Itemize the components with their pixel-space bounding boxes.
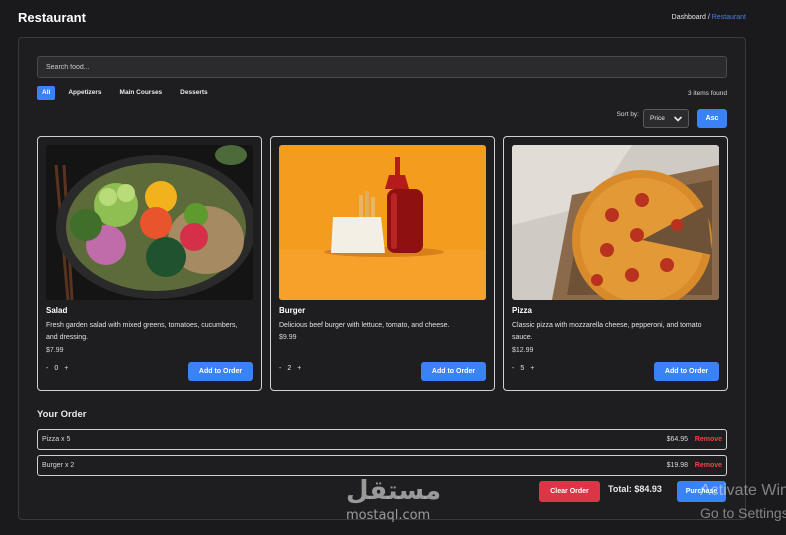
quantity-stepper: - 5 + <box>512 365 534 372</box>
watermark-url: mostaql.com <box>346 508 431 523</box>
menu-item-description: Fresh garden salad with mixed greens, to… <box>46 322 238 341</box>
menu-item-price: $12.99 <box>512 347 534 354</box>
order-item-amount: $19.98 <box>666 462 688 469</box>
order-line-item: Pizza x 5 $64.95 Remove <box>37 429 727 450</box>
page-title: Restaurant <box>18 10 86 25</box>
sort-controls: Sort by: Price Asc <box>617 109 727 128</box>
order-line-item: Burger x 2 $19.98 Remove <box>37 455 727 476</box>
menu-card-salad: Salad Fresh garden salad with mixed gree… <box>37 136 262 391</box>
burger-image <box>279 145 486 300</box>
activate-windows-subtitle: Go to Settings to activate Windows. <box>700 505 786 521</box>
decrement-button[interactable]: - <box>46 365 48 372</box>
results-count: 3 items found <box>687 90 727 97</box>
menu-item-description: Classic pizza with mozzarella cheese, pe… <box>512 322 702 341</box>
filter-main-courses[interactable]: Main Courses <box>115 86 168 100</box>
clear-order-button[interactable]: Clear Order <box>539 481 600 502</box>
menu-item-price: $7.99 <box>46 347 64 354</box>
menu-item-name: Burger <box>279 306 306 315</box>
filter-appetizers[interactable]: Appetizers <box>63 86 106 100</box>
sort-selected-value: Price <box>650 115 665 122</box>
increment-button[interactable]: + <box>64 365 68 372</box>
category-filters: All Appetizers Main Courses Desserts <box>37 86 213 100</box>
order-item-amount: $64.95 <box>666 436 688 443</box>
sort-direction-button[interactable]: Asc <box>697 109 727 128</box>
search-input[interactable] <box>37 56 727 78</box>
filter-all[interactable]: All <box>37 86 56 100</box>
restaurant-panel: All Appetizers Main Courses Desserts 3 i… <box>18 37 746 520</box>
breadcrumb-dashboard-link[interactable]: Dashboard <box>672 14 706 21</box>
increment-button[interactable]: + <box>297 365 301 372</box>
add-to-order-button[interactable]: Add to Order <box>188 362 253 381</box>
watermark-logo: مستقل <box>346 476 442 506</box>
menu-item-name: Pizza <box>512 306 533 315</box>
remove-item-button[interactable]: Remove <box>695 462 722 469</box>
chevron-down-icon <box>673 116 683 122</box>
order-section-title: Your Order <box>37 409 87 420</box>
order-total: Total: $84.93 <box>608 484 662 494</box>
quantity-value: 5 <box>520 365 525 372</box>
decrement-button[interactable]: - <box>512 365 514 372</box>
top-bar: Restaurant Dashboard / Restaurant <box>0 0 786 36</box>
sort-label: Sort by: <box>616 111 639 118</box>
pizza-image <box>512 145 719 300</box>
menu-item-description: Delicious beef burger with lettuce, toma… <box>279 322 450 329</box>
activate-windows-title: Activate Windows <box>700 482 786 499</box>
decrement-button[interactable]: - <box>279 365 281 372</box>
remove-item-button[interactable]: Remove <box>695 436 722 443</box>
breadcrumb-current: Restaurant <box>711 14 746 21</box>
menu-card-pizza: Pizza Classic pizza with mozzarella chee… <box>503 136 728 391</box>
breadcrumb: Dashboard / Restaurant <box>672 14 746 21</box>
add-to-order-button[interactable]: Add to Order <box>654 362 719 381</box>
sort-select[interactable]: Price <box>643 109 689 128</box>
quantity-stepper: - 2 + <box>279 365 301 372</box>
add-to-order-button[interactable]: Add to Order <box>421 362 486 381</box>
menu-item-name: Salad <box>46 306 68 315</box>
menu-item-price: $9.99 <box>279 334 297 341</box>
quantity-value: 0 <box>54 365 59 372</box>
filter-desserts[interactable]: Desserts <box>175 86 212 100</box>
quantity-value: 2 <box>287 365 292 372</box>
order-item-label: Burger x 2 <box>42 462 75 469</box>
quantity-stepper: - 0 + <box>46 365 68 372</box>
order-item-label: Pizza x 5 <box>42 436 71 443</box>
salad-image <box>46 145 253 300</box>
increment-button[interactable]: + <box>530 365 534 372</box>
menu-card-burger: Burger Delicious beef burger with lettuc… <box>270 136 495 391</box>
